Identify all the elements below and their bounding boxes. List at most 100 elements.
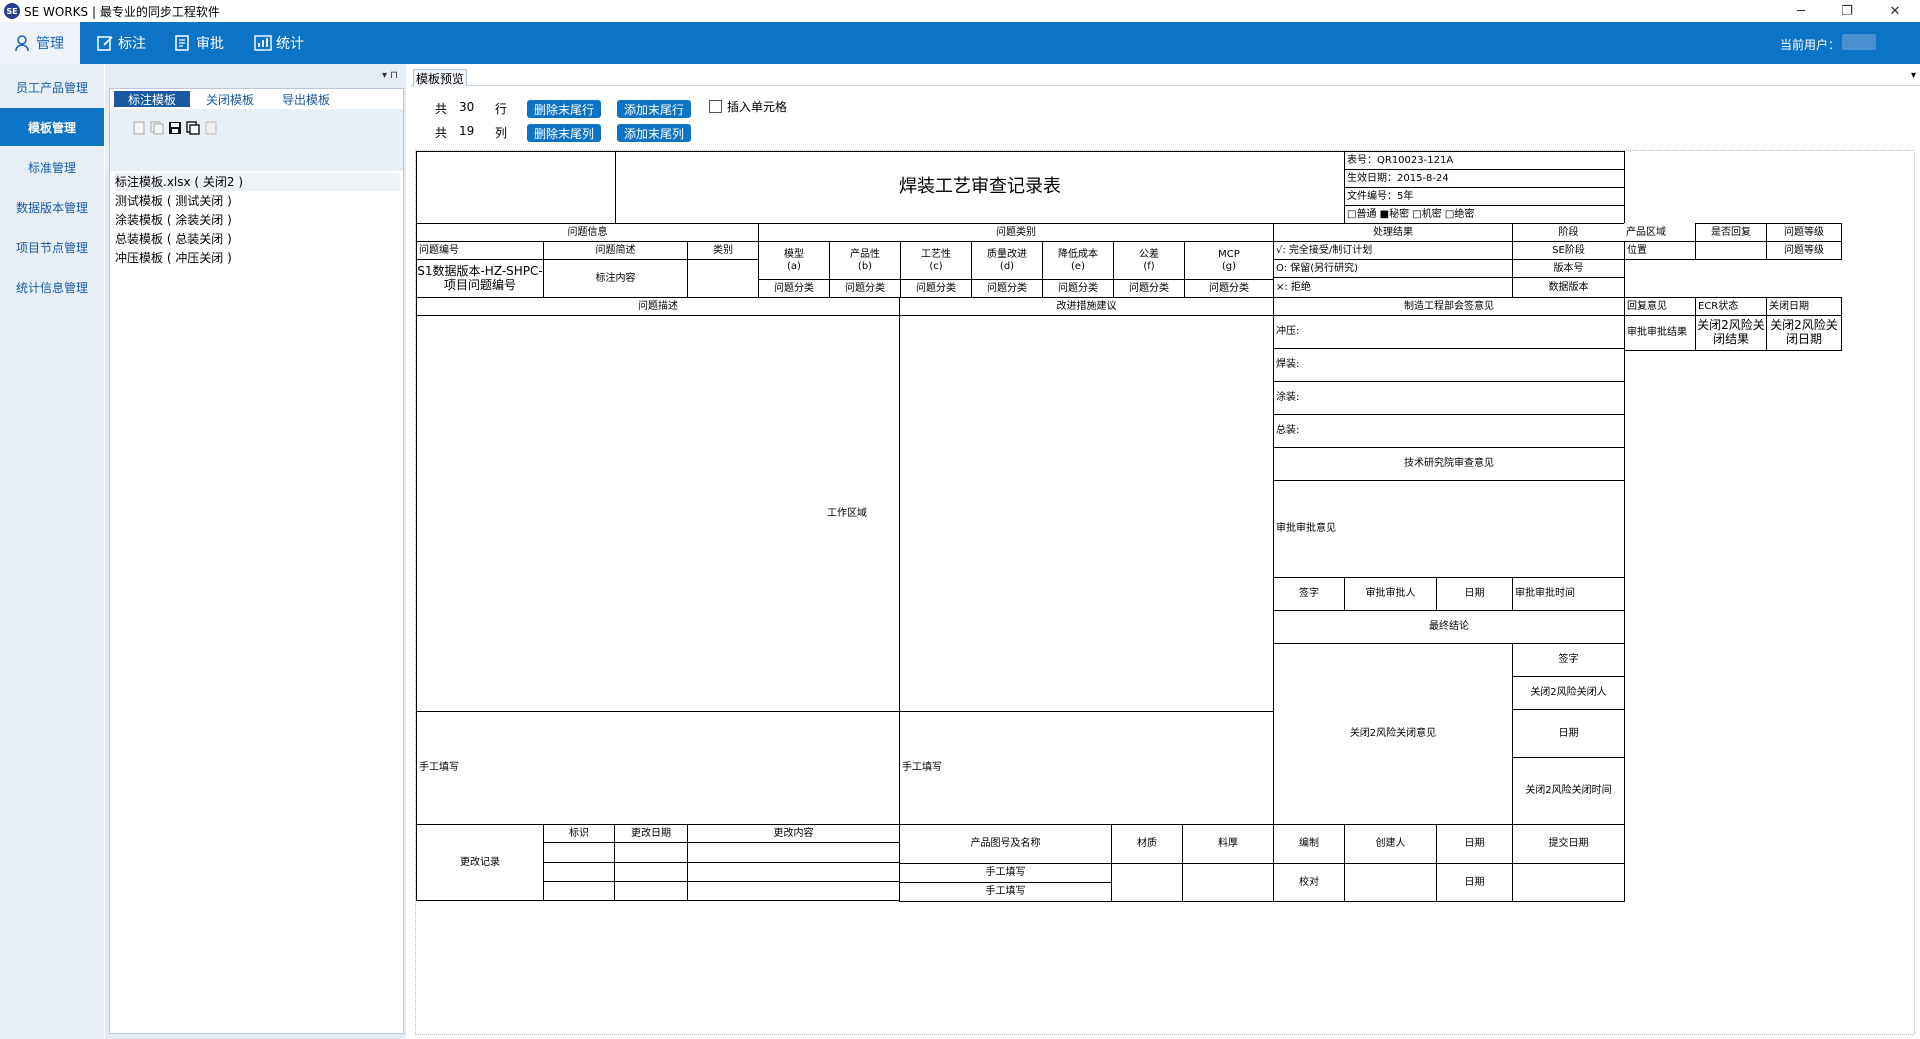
mcp-header: MCP (g) — [1184, 241, 1274, 280]
sidebar-item-standard[interactable]: 标准管理 — [0, 148, 104, 186]
category-header: 类别 — [687, 241, 759, 260]
sidebar-item-statistics[interactable]: 统计信息管理 — [0, 268, 104, 306]
thickness: 料厚 — [1182, 824, 1274, 864]
copy-file-icon[interactable] — [150, 121, 164, 135]
tab-annotate[interactable]: 标注 — [96, 22, 156, 64]
issue-type: 问题分类 — [1113, 279, 1185, 298]
close-time: 关闭2风险关闭时间 — [1512, 757, 1625, 825]
sidebar-item-template[interactable]: 模板管理 — [0, 108, 104, 146]
close-button[interactable]: ✕ — [1872, 0, 1918, 22]
result-header: 处理结果 — [1273, 223, 1513, 242]
sheet-title: 焊装工艺审查记录表 — [615, 151, 1345, 224]
template-toolbar — [110, 109, 403, 171]
close-opinion: 关闭2风险关闭意见 — [1273, 643, 1513, 825]
tab-management[interactable]: 管理 — [0, 22, 80, 64]
tab-statistics[interactable]: 统计 — [254, 22, 314, 64]
tech-opinion: 技术研究院审查意见 — [1273, 447, 1625, 481]
list-item-template[interactable]: 测试模板 ( 测试关闭 ) — [115, 192, 400, 210]
model-header: 模型 (a) — [758, 241, 830, 280]
check-value — [1344, 863, 1437, 902]
form-no: 表号：QR10023-121A — [1344, 151, 1625, 170]
data-version: 数据版本 — [1512, 277, 1625, 298]
tab-annotation-template[interactable]: 标注模板 — [114, 91, 190, 107]
close-risk-date: 关闭2风险关闭日期 — [1766, 315, 1842, 351]
issue-info-header: 问题信息 — [416, 223, 759, 242]
quality-header: 质量改进 (d) — [971, 241, 1043, 280]
close-sign: 签字 — [1512, 643, 1625, 677]
user-icon — [15, 35, 29, 52]
issue-level-value: 问题等级 — [1766, 241, 1842, 260]
insert-cell-checkbox[interactable] — [709, 100, 722, 113]
minimize-button[interactable]: ─ — [1778, 0, 1824, 22]
replied-value — [1695, 241, 1767, 260]
title-bar: SE SE WORKS | 最专业的同步工程软件 ─ ❐ ✕ — [0, 0, 1920, 22]
approver-label: 审批审批人 — [1344, 577, 1437, 611]
change-cell — [614, 862, 688, 882]
manual-fill: 手工填写 — [899, 863, 1112, 883]
sidebar-item-data-version[interactable]: 数据版本管理 — [0, 188, 104, 226]
s1-issue-no: S1数据版本-HZ-SHPC-项目问题编号 — [416, 259, 544, 298]
delete-last-col-button[interactable]: 删除末尾列 — [527, 124, 601, 142]
preview-header: 模板预览 ▾ — [411, 68, 1920, 88]
menu-bar: 管理 标注 审批 统计 当前用户： — [0, 22, 1920, 64]
sidebar-item-staff-product[interactable]: 员工产品管理 — [0, 68, 104, 106]
tab-approve[interactable]: 审批 — [174, 22, 234, 64]
approve-result: 审批审批结果 — [1624, 315, 1696, 351]
issue-type: 问题分类 — [829, 279, 901, 298]
cols-count: 19 — [459, 124, 475, 138]
date-label: 日期 — [1436, 577, 1513, 611]
template-panel: ▾ ⊓ 标注模板 关闭模板 导出模板 标注模板.xlsx ( 关闭2 ) 测试模… — [105, 64, 406, 1039]
result-accept: √: 完全接受/制订计划 — [1273, 241, 1513, 260]
reply-header: 回复意见 — [1624, 297, 1696, 316]
issue-category-header: 问题类别 — [758, 223, 1274, 242]
chart-icon — [254, 35, 272, 51]
issue-desc-header: 问题描述 — [416, 297, 900, 316]
productivity-header: 产品性 (b) — [829, 241, 901, 280]
list-item-template[interactable]: 涂装模板 ( 涂装关闭 ) — [115, 211, 400, 229]
panel-pin-icon[interactable]: ▾ ⊓ — [382, 70, 398, 81]
result-hold: O: 保留(另行研究) — [1273, 259, 1513, 278]
replied-header: 是否回复 — [1695, 223, 1767, 242]
list-item-template[interactable]: 总装模板 ( 总装关闭 ) — [115, 230, 400, 248]
preview-menu-icon[interactable]: ▾ — [1911, 70, 1916, 81]
position: 位置 — [1624, 241, 1696, 260]
final-conclusion: 最终结论 — [1273, 610, 1625, 644]
add-last-col-button[interactable]: 添加末尾列 — [617, 124, 691, 142]
tab-export-template[interactable]: 导出模板 — [270, 91, 342, 107]
new-file-icon[interactable] — [132, 121, 146, 135]
add-last-row-button[interactable]: 添加末尾行 — [617, 100, 691, 118]
save-icon[interactable] — [168, 121, 182, 135]
delete-file-icon[interactable] — [204, 121, 218, 135]
change-cell — [687, 881, 900, 901]
product-area-header: 产品区域 — [1624, 223, 1696, 242]
sign-label: 签字 — [1273, 577, 1345, 611]
submit-date: 提交日期 — [1512, 824, 1625, 864]
list-item-template[interactable]: 冲压模板 ( 冲压关闭 ) — [115, 249, 400, 267]
version: 版本号 — [1512, 259, 1625, 278]
delete-last-row-button[interactable]: 删除末尾行 — [527, 100, 601, 118]
issue-no-header: 问题编号 — [416, 241, 544, 260]
manual-fill: 手工填写 — [416, 711, 900, 825]
material-value — [1111, 863, 1183, 902]
annotation-content: 标注内容 — [543, 259, 688, 298]
tab-label: 管理 — [36, 36, 64, 52]
issue-level-header: 问题等级 — [1766, 223, 1842, 242]
thickness-value — [1182, 863, 1274, 902]
template-panel-body: 标注模板 关闭模板 导出模板 标注模板.xlsx ( 关闭2 ) 测试模板 ( … — [109, 88, 404, 1034]
part-name: 产品图号及名称 — [899, 824, 1112, 864]
cols-unit: 列 — [495, 126, 508, 140]
maximize-button[interactable]: ❐ — [1824, 0, 1870, 22]
change-cell — [543, 842, 615, 863]
doc-no: 文件编号：5年 — [1344, 187, 1625, 206]
sidebar-item-project-node[interactable]: 项目节点管理 — [0, 228, 104, 266]
check-date: 日期 — [1436, 863, 1513, 902]
compile-date: 日期 — [1436, 824, 1513, 864]
tab-close-template[interactable]: 关闭模板 — [194, 91, 266, 107]
save-as-icon[interactable] — [186, 121, 200, 135]
improve-area — [899, 315, 1274, 712]
tolerance-header: 公差 (f) — [1113, 241, 1185, 280]
mfg-opinion-header: 制造工程部会签意见 — [1273, 297, 1625, 316]
closer: 关闭2风险关闭人 — [1512, 676, 1625, 710]
issue-type: 问题分类 — [758, 279, 830, 298]
list-item-template[interactable]: 标注模板.xlsx ( 关闭2 ) — [115, 173, 400, 191]
